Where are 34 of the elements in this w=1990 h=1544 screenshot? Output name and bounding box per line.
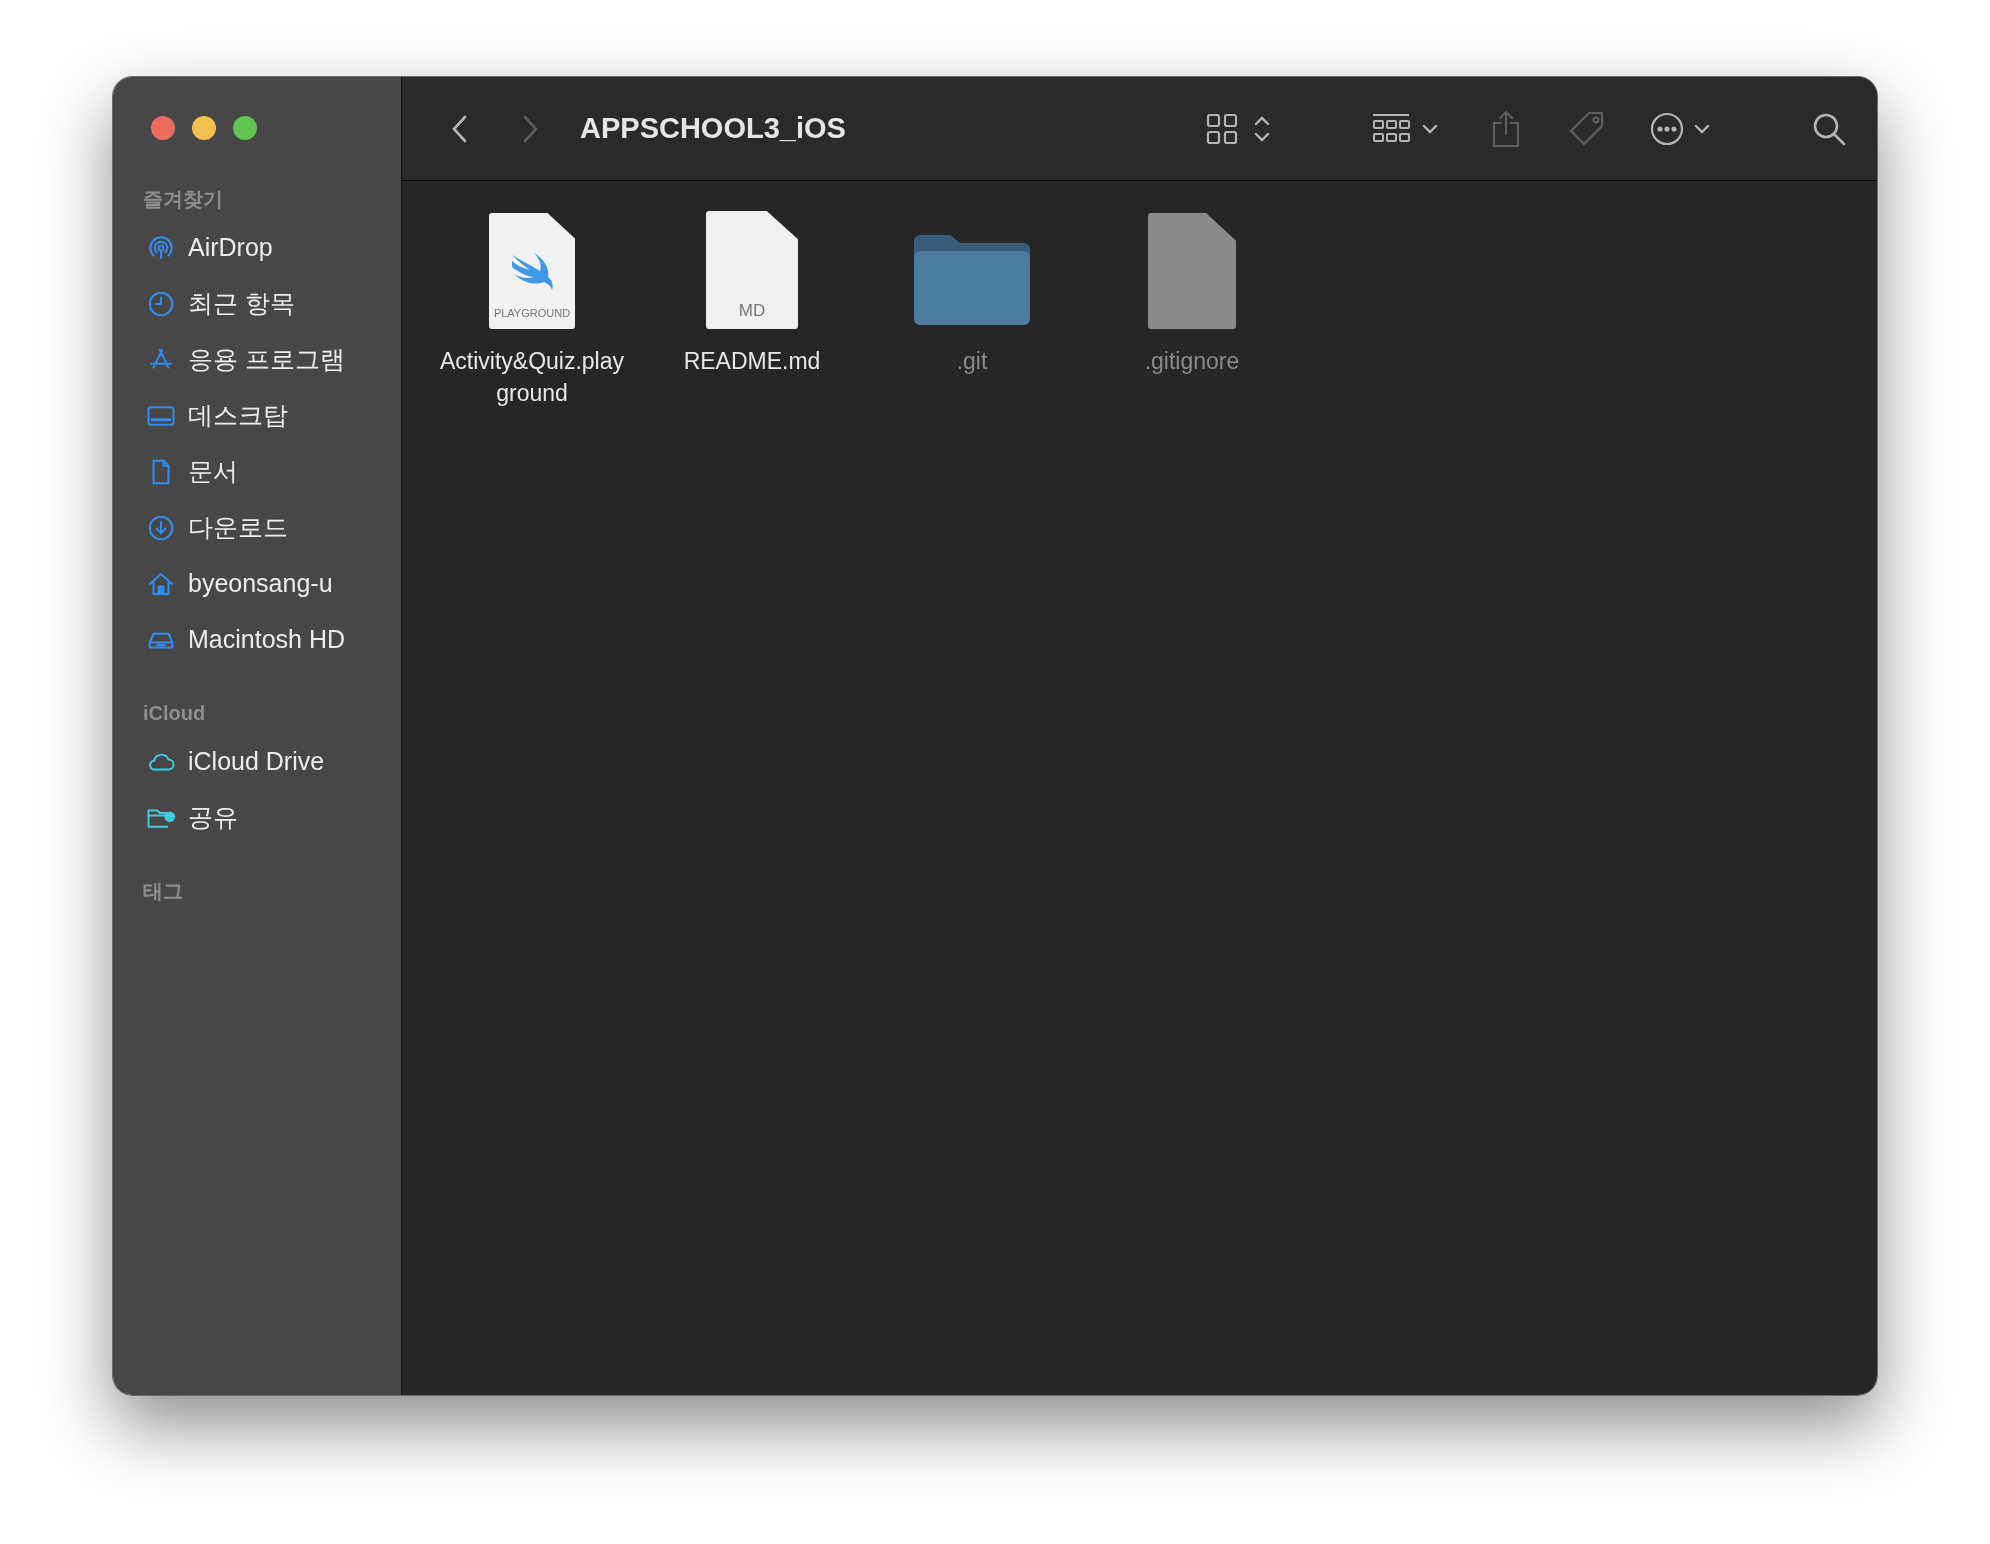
chevron-down-icon[interactable] [1421,122,1439,135]
sidebar-item[interactable]: 데스크탑 [143,388,371,444]
sidebar-item[interactable]: Macintosh HD [143,612,371,668]
clock-icon [146,289,176,319]
download-icon [146,513,176,543]
chevron-down-icon[interactable] [1693,122,1711,135]
sidebar-item[interactable]: AirDrop [143,220,371,276]
more-icon[interactable] [1649,110,1685,147]
sidebar-heading: iCloud [143,701,206,726]
file-type-label: PLAYGROUND [493,305,571,321]
file-item[interactable]: MD README.md [642,205,862,409]
sidebar-item[interactable]: 응용 프로그램 [143,332,371,388]
sidebar-heading: 즐겨찾기 [143,187,223,212]
file-type-label: MD [738,299,766,322]
sidebar-item[interactable]: 문서 [143,444,371,500]
file-item[interactable]: .git [862,205,1082,409]
file-item[interactable]: PLAYGROUND Activity&Quiz.play ground [422,205,642,409]
file-name: .git [956,347,988,376]
zoom-button[interactable] [233,116,257,140]
blank-file-icon [1148,213,1236,329]
file-item[interactable]: .gitignore [1082,205,1302,409]
sidebar-item[interactable]: 최근 항목 [143,276,371,332]
sidebar-heading: 태그 [143,879,183,904]
file-name: README.md [683,347,821,376]
file-name: Activity&Quiz.play ground [439,347,625,408]
close-button[interactable] [151,116,175,140]
icon-view-icon[interactable] [1205,111,1239,146]
minimize-button[interactable] [192,116,216,140]
sidebar-item[interactable]: 공유 [143,790,371,846]
file-name: .gitignore [1144,347,1240,376]
sidebar-item[interactable]: iCloud Drive [143,734,371,790]
sidebar-item[interactable]: 다운로드 [143,500,371,556]
window-title: APPSCHOOL3_iOS [580,110,846,146]
sidebar-item[interactable]: byeonsang-u [143,556,371,612]
